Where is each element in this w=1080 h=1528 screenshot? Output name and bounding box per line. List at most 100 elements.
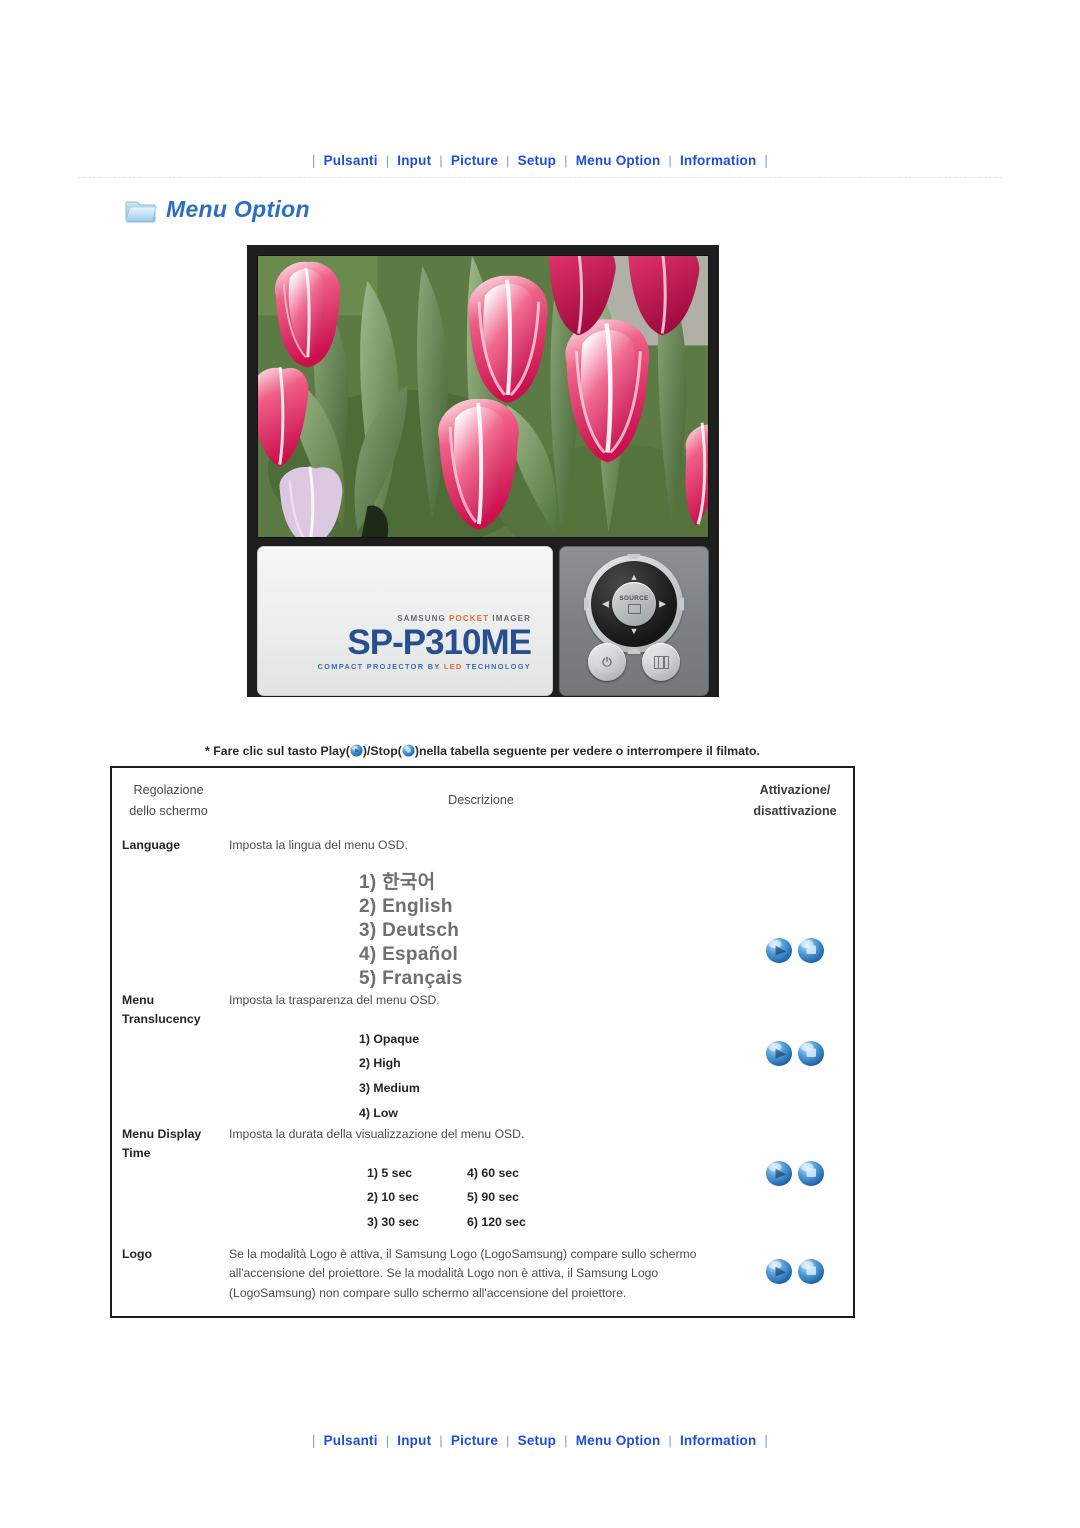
play-stop-pair: [737, 1257, 853, 1285]
projector-figure: SAMSUNG POCKET IMAGER SP-P310ME COMPACT …: [247, 245, 719, 697]
table-row: Logo Se la modalità Logo è attiva, il Sa…: [112, 1235, 853, 1316]
nav-separator: |: [506, 1433, 510, 1448]
nav-item-information[interactable]: Information: [679, 1433, 757, 1448]
table-row: Menu Translucency Imposta la trasparenza…: [112, 991, 853, 1125]
stop-button[interactable]: [797, 936, 825, 964]
column-header-setting-line1: Regolazione: [133, 783, 204, 797]
play-button[interactable]: [765, 1159, 793, 1187]
option-item: 4) Low: [359, 1105, 398, 1120]
nav-item-menu-option[interactable]: Menu Option: [575, 153, 662, 168]
nav-item-setup[interactable]: Setup: [517, 1433, 558, 1448]
dpad-left-arrow-icon[interactable]: ◀: [602, 599, 609, 609]
bottom-navigation: | Pulsanti | Input | Picture | Setup | Menu Optio…: [0, 1433, 1080, 1448]
description-text: Imposta la trasparenza del menu OSD.: [229, 992, 440, 1007]
settings-table: Regolazione dello schermo Descrizione At…: [110, 766, 855, 1318]
play-button[interactable]: [765, 1039, 793, 1067]
projector-control-panel: ▲ ▼ ◀ ▶ SOURCE ⏻: [559, 546, 709, 696]
row-label-language: Language: [112, 836, 225, 991]
dpad-nub-left: [584, 597, 589, 611]
dpad-up-arrow-icon[interactable]: ▲: [630, 573, 639, 582]
nav-item-picture[interactable]: Picture: [450, 1433, 499, 1448]
stop-icon: [402, 744, 415, 757]
play-stop-pair: [737, 936, 853, 964]
row-label-menu-display-time: Menu Display Time: [112, 1125, 225, 1235]
brand-imager-line: SAMSUNG POCKET IMAGER: [397, 614, 531, 623]
option-item: 1) Opaque: [359, 1031, 420, 1046]
power-icon: ⏻: [595, 650, 619, 674]
row-toggle-language: [737, 836, 853, 991]
option-item: 5) 90 sec: [467, 1190, 519, 1205]
dpad-right-arrow-icon[interactable]: ▶: [659, 599, 666, 609]
table-header-row: Regolazione dello schermo Descrizione At…: [112, 768, 853, 836]
power-button[interactable]: ⏻: [588, 643, 626, 681]
nav-separator: |: [564, 1433, 568, 1448]
nav-item-setup[interactable]: Setup: [517, 153, 558, 168]
source-button[interactable]: SOURCE: [612, 582, 656, 626]
source-button-label: SOURCE: [619, 594, 649, 602]
play-stop-pair: [737, 1039, 853, 1067]
row-description-menu-translucency: Imposta la trasparenza del menu OSD. 1) …: [225, 991, 737, 1125]
column-header-setting: Regolazione dello schermo: [112, 768, 225, 836]
nav-item-pulsanti[interactable]: Pulsanti: [323, 153, 379, 168]
option-item: 2) 10 sec: [367, 1190, 419, 1205]
menu-icon: [649, 650, 673, 674]
top-navigation: | Pulsanti | Input | Picture | Setup | Menu Optio…: [0, 153, 1080, 168]
nav-item-input[interactable]: Input: [396, 1433, 432, 1448]
stop-button[interactable]: [797, 1159, 825, 1187]
play-stop-pair: [737, 1159, 853, 1187]
description-text: Se la modalità Logo è attiva, il Samsung…: [229, 1246, 697, 1301]
stop-button[interactable]: [797, 1257, 825, 1285]
dpad-ring[interactable]: ▲ ▼ ◀ ▶ SOURCE: [591, 561, 677, 647]
option-item: 1) 한국어: [359, 872, 436, 894]
stop-button[interactable]: [797, 1039, 825, 1067]
description-text: Imposta la lingua del menu OSD.: [229, 837, 408, 852]
menu-button[interactable]: [642, 643, 680, 681]
row-toggle-logo: [737, 1235, 853, 1316]
option-item: 1) 5 sec: [367, 1165, 413, 1180]
nav-separator: |: [311, 153, 316, 168]
nav-item-input[interactable]: Input: [396, 153, 432, 168]
nav-separator: |: [668, 153, 672, 168]
option-item: 6) 120 sec: [467, 1215, 526, 1230]
projector-faceplate: SAMSUNG POCKET IMAGER SP-P310ME COMPACT …: [257, 546, 553, 696]
projected-screen: [257, 255, 709, 538]
play-icon: [350, 744, 363, 757]
model-name: SP-P310ME: [347, 623, 532, 662]
nav-item-pulsanti[interactable]: Pulsanti: [323, 1433, 379, 1448]
page-title: Menu Option: [166, 196, 310, 222]
projector-button-row: ⏻: [560, 643, 708, 681]
source-icon: [627, 603, 641, 614]
nav-separator: |: [439, 153, 443, 168]
table-caption: * Fare clic sul tasto Play()/Stop()nella…: [110, 744, 855, 758]
play-button[interactable]: [765, 1257, 793, 1285]
row-label-menu-translucency: Menu Translucency: [112, 991, 225, 1125]
option-item: 5) Français: [359, 968, 463, 990]
column-header-toggle: Attivazione/ disattivazione: [737, 768, 853, 836]
projector-body: SAMSUNG POCKET IMAGER SP-P310ME COMPACT …: [257, 546, 709, 696]
nav-separator: |: [439, 1433, 443, 1448]
caption-part-2: )/Stop(: [362, 744, 402, 758]
dpad-nub-top: [627, 554, 641, 559]
dpad-down-arrow-icon[interactable]: ▼: [630, 627, 639, 636]
nav-separator: |: [385, 153, 390, 168]
option-item: 2) High: [359, 1056, 401, 1071]
dpad-outer-ring: ▲ ▼ ◀ ▶ SOURCE: [584, 554, 684, 654]
row-toggle-menu-display-time: [737, 1125, 853, 1235]
description-text: Imposta la durata della visualizzazione …: [229, 1127, 525, 1142]
play-button[interactable]: [765, 936, 793, 964]
nav-item-information[interactable]: Information: [679, 153, 757, 168]
nav-item-picture[interactable]: Picture: [450, 153, 499, 168]
options-list-translucency: 1) Opaque 2) High 3) Medium 4) Low: [229, 1027, 737, 1125]
column-header-description: Descrizione: [448, 793, 514, 808]
row-label-text: Language: [122, 837, 181, 852]
option-item: 2) English: [359, 896, 453, 918]
row-label-text-line2: Time: [122, 1146, 151, 1161]
nav-separator: |: [668, 1433, 672, 1448]
caption-part-1: * Fare clic sul tasto Play(: [205, 744, 350, 758]
nav-separator: |: [764, 1433, 769, 1448]
row-label-text: Menu Display: [122, 1127, 202, 1142]
row-description-logo: Se la modalità Logo è attiva, il Samsung…: [225, 1235, 737, 1316]
dpad-nub-right: [679, 597, 684, 611]
nav-separator: |: [385, 1433, 390, 1448]
nav-item-menu-option[interactable]: Menu Option: [575, 1433, 662, 1448]
